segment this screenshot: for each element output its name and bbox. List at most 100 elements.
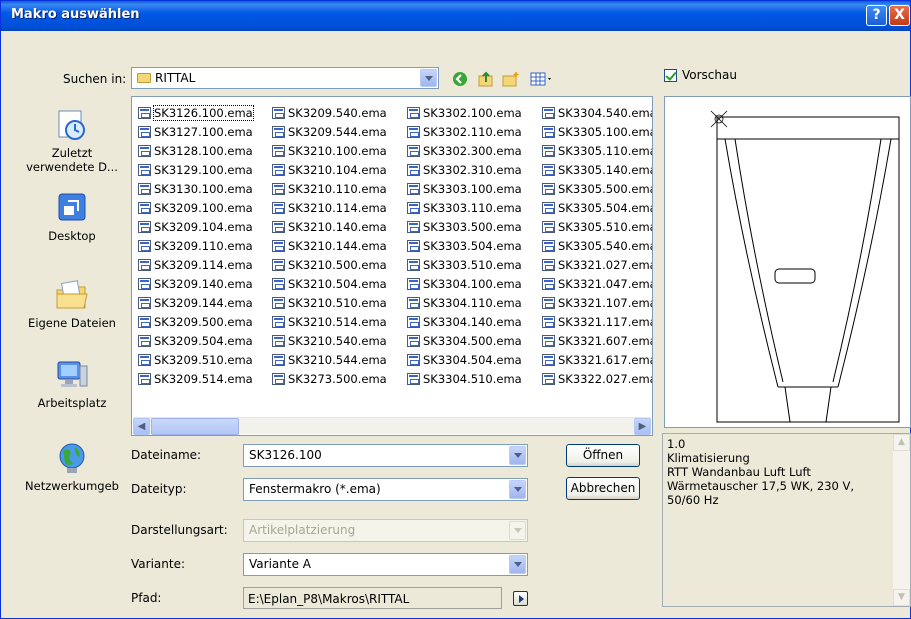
view-menu-icon[interactable] xyxy=(529,70,555,88)
file-item[interactable]: SK3210.514.ema xyxy=(272,313,387,332)
file-item[interactable]: SK3305.500.ema xyxy=(542,180,652,199)
cancel-button[interactable]: Abbrechen xyxy=(566,477,640,500)
file-item[interactable]: SK3321.027.ema xyxy=(542,256,652,275)
file-item[interactable]: SK3273.500.ema xyxy=(272,370,387,389)
file-item[interactable]: SK3210.100.ema xyxy=(272,142,387,161)
file-item[interactable]: SK3129.100.ema xyxy=(138,161,253,180)
file-item[interactable]: SK3304.504.ema xyxy=(407,351,522,370)
help-button[interactable]: ? xyxy=(866,5,887,26)
file-item[interactable]: SK3210.144.ema xyxy=(272,237,387,256)
file-item[interactable]: SK3128.100.ema xyxy=(138,142,253,161)
file-item[interactable]: SK3209.144.ema xyxy=(138,294,253,313)
chevron-down-icon[interactable] xyxy=(509,555,526,574)
new-folder-icon[interactable] xyxy=(502,70,520,88)
back-icon[interactable] xyxy=(451,70,469,88)
folder-up-icon[interactable] xyxy=(477,70,495,88)
file-item[interactable]: SK3209.544.ema xyxy=(272,123,387,142)
filetype-combo[interactable]: Fenstermakro (*.ema) xyxy=(243,478,528,501)
file-item[interactable]: SK3303.504.ema xyxy=(407,237,522,256)
macro-file-icon xyxy=(272,221,285,233)
place-mydocuments[interactable]: Eigene Dateien xyxy=(24,278,120,330)
file-item[interactable]: SK3321.047.ema xyxy=(542,275,652,294)
horizontal-scrollbar[interactable]: ◀ ▶ xyxy=(133,417,651,435)
file-list[interactable]: SK3126.100.ema SK3127.100.ema SK3128.100.e… xyxy=(131,96,653,436)
file-item[interactable]: SK3321.617.ema xyxy=(542,351,652,370)
file-item[interactable]: SK3303.100.ema xyxy=(407,180,522,199)
file-item[interactable]: SK3209.140.ema xyxy=(138,275,253,294)
file-item[interactable]: SK3209.504.ema xyxy=(138,332,253,351)
variant-combo[interactable]: Variante A xyxy=(243,553,528,576)
file-item[interactable]: SK3209.104.ema xyxy=(138,218,253,237)
scroll-up-icon[interactable]: ▲ xyxy=(893,434,910,451)
place-recent[interactable]: Zuletzt verwendete D... xyxy=(24,108,120,174)
file-item[interactable]: SK3209.100.ema xyxy=(138,199,253,218)
file-item[interactable]: SK3210.140.ema xyxy=(272,218,387,237)
file-name: SK3304.100.ema xyxy=(423,277,522,291)
file-item[interactable]: SK3126.100.ema xyxy=(138,104,254,123)
file-item[interactable]: SK3127.100.ema xyxy=(138,123,253,142)
file-item[interactable]: SK3304.510.ema xyxy=(407,370,522,389)
file-item[interactable]: SK3210.114.ema xyxy=(272,199,387,218)
scroll-left-icon[interactable]: ◀ xyxy=(133,418,150,435)
title-bar[interactable]: Makro auswählen ? X xyxy=(1,1,910,31)
preview-checkbox[interactable] xyxy=(664,69,677,82)
filename-combo[interactable]: SK3126.100 xyxy=(243,444,528,467)
place-network[interactable]: Netzwerkumgeb xyxy=(24,441,120,493)
file-item[interactable]: SK3210.510.ema xyxy=(272,294,387,313)
file-item[interactable]: SK3303.110.ema xyxy=(407,199,522,218)
file-item[interactable]: SK3209.114.ema xyxy=(138,256,253,275)
file-item[interactable]: SK3210.104.ema xyxy=(272,161,387,180)
path-browse-button[interactable] xyxy=(513,591,528,606)
file-item[interactable]: SK3209.514.ema xyxy=(138,370,253,389)
close-button[interactable]: X xyxy=(889,5,910,26)
file-item[interactable]: SK3321.607.ema xyxy=(542,332,652,351)
file-item[interactable]: SK3305.110.ema xyxy=(542,142,652,161)
description-scrollbar[interactable]: ▲ ▼ xyxy=(893,434,910,606)
file-item[interactable]: SK3209.510.ema xyxy=(138,351,253,370)
file-item[interactable]: SK3304.110.ema xyxy=(407,294,522,313)
file-item[interactable]: SK3302.110.ema xyxy=(407,123,522,142)
file-item[interactable]: SK3305.510.ema xyxy=(542,218,652,237)
scroll-right-icon[interactable]: ▶ xyxy=(634,418,651,435)
file-item[interactable]: SK3210.540.ema xyxy=(272,332,387,351)
open-button[interactable]: Öffnen xyxy=(566,444,640,467)
file-item[interactable]: SK3302.100.ema xyxy=(407,104,522,123)
file-item[interactable]: SK3130.100.ema xyxy=(138,180,253,199)
file-item[interactable]: SK3321.117.ema xyxy=(542,313,652,332)
lookin-combo[interactable]: RITTAL xyxy=(131,67,439,89)
file-item[interactable]: SK3210.504.ema xyxy=(272,275,387,294)
file-name: SK3210.510.ema xyxy=(288,296,387,310)
file-item[interactable]: SK3304.540.ema xyxy=(542,104,652,123)
file-item[interactable]: SK3210.110.ema xyxy=(272,180,387,199)
file-item[interactable]: SK3321.107.ema xyxy=(542,294,652,313)
file-item[interactable]: SK3303.500.ema xyxy=(407,218,522,237)
file-item[interactable]: SK3305.100.ema xyxy=(542,123,653,142)
chevron-down-icon[interactable] xyxy=(509,480,526,499)
file-item[interactable]: SK3305.140.ema xyxy=(542,161,652,180)
file-item[interactable]: SK3322.027.ema xyxy=(542,370,652,389)
scroll-down-icon[interactable]: ▼ xyxy=(893,589,910,606)
file-item[interactable]: SK3302.310.ema xyxy=(407,161,522,180)
place-desktop[interactable]: Desktop xyxy=(24,191,120,243)
file-item[interactable]: SK3305.504.ema xyxy=(542,199,652,218)
file-item[interactable]: SK3209.110.ema xyxy=(138,237,253,256)
file-name: SK3209.144.ema xyxy=(154,296,253,310)
file-name: SK3305.100.ema xyxy=(558,125,653,139)
macro-description: 1.0 Klimatisierung RTT Wandanbau Luft Luft… xyxy=(662,433,911,607)
file-item[interactable]: SK3209.500.ema xyxy=(138,313,253,332)
file-item[interactable]: SK3210.500.ema xyxy=(272,256,387,275)
file-item[interactable]: SK3303.510.ema xyxy=(407,256,522,275)
filename-value[interactable]: SK3126.100 xyxy=(249,448,322,462)
place-mycomputer[interactable]: Arbeitsplatz xyxy=(24,358,120,410)
file-item[interactable]: SK3302.300.ema xyxy=(407,142,522,161)
file-item[interactable]: SK3305.540.ema xyxy=(542,237,652,256)
scrollbar-thumb[interactable] xyxy=(151,418,239,435)
file-item[interactable]: SK3304.140.ema xyxy=(407,313,522,332)
chevron-down-icon[interactable] xyxy=(420,69,437,87)
file-item[interactable]: SK3304.500.ema xyxy=(407,332,522,351)
description-line: 50/60 Hz xyxy=(667,493,719,507)
file-item[interactable]: SK3210.544.ema xyxy=(272,351,387,370)
file-item[interactable]: SK3304.100.ema xyxy=(407,275,522,294)
file-item[interactable]: SK3209.540.ema xyxy=(272,104,387,123)
chevron-down-icon[interactable] xyxy=(509,446,526,465)
